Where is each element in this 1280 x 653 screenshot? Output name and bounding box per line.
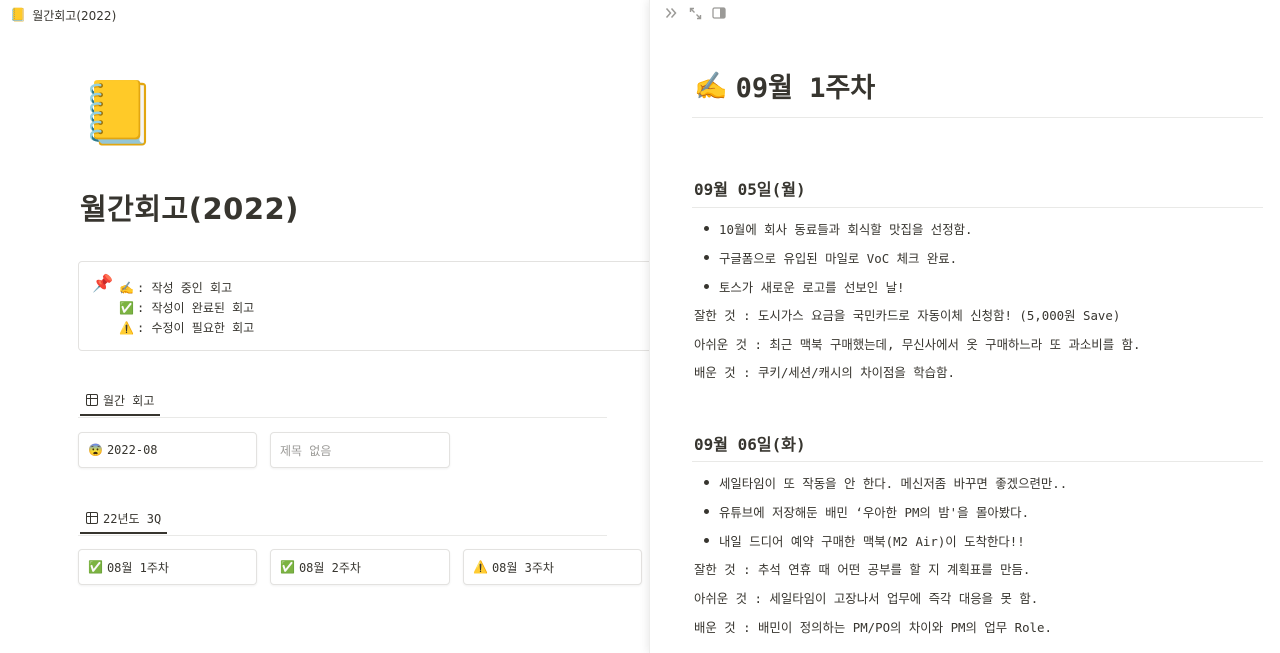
gallery-card-08-week2[interactable]: ✅ 08월 2주차	[270, 549, 450, 585]
peek-title-text: 09월 1주차	[735, 73, 876, 104]
legend-text: : 작성이 완료된 회고	[137, 301, 255, 315]
tab-divider	[78, 535, 607, 536]
section-heading[interactable]: 09월 05일(월)	[694, 176, 806, 200]
card-title: 08월 3주차	[491, 560, 554, 575]
side-peek-panel: ✍️ 09월 1주차 09월 05일(월) 10월에 회사 동료들과 회식할 맛…	[649, 0, 1280, 653]
peek-toolbar	[664, 6, 726, 20]
legend-text: : 작성 중인 회고	[137, 281, 233, 295]
paragraph-line[interactable]: 배운 것 : 쿠키/세션/캐시의 차이점을 학습함.	[694, 363, 955, 381]
legend-callout: 📌 ✍️ : 작성 중인 회고 ✅ : 작성이 완료된 회고 ⚠️ : 수정이 …	[78, 261, 649, 351]
check-mark-icon: ✅	[88, 560, 103, 574]
gallery-grid-icon	[86, 512, 98, 524]
card-title: 08월 1주차	[106, 560, 169, 575]
page-notebook-icon[interactable]: 📒	[80, 82, 157, 144]
paragraph-line[interactable]: 아쉬운 것 : 최근 맥북 구매했는데, 무신사에서 옷 구매하느라 또 과소비…	[694, 335, 1140, 353]
tab-label: 월간 회고	[103, 393, 155, 408]
warning-icon: ⚠️	[119, 321, 134, 335]
double-chevron-right-icon[interactable]	[664, 6, 678, 20]
warning-icon: ⚠️	[473, 560, 488, 574]
heading-divider	[692, 207, 1263, 208]
gallery-card-untitled[interactable]: 제목 없음	[270, 432, 450, 468]
legend-item-done: ✅ : 작성이 완료된 회고	[119, 298, 254, 318]
bullet-item[interactable]: 세일타임이 또 작동을 안 한다. 메신저좀 바꾸면 좋겠으련만..	[719, 474, 1067, 492]
notebook-icon: 📒	[10, 7, 27, 23]
card-title: 제목 없음	[280, 443, 332, 458]
card-title: 2022-08	[106, 443, 158, 457]
breadcrumb-title[interactable]: 월간회고(2022)	[32, 7, 116, 24]
bullet-item[interactable]: 토스가 새로운 로고를 선보인 날!	[719, 278, 905, 296]
legend-item-writing: ✍️ : 작성 중인 회고	[119, 278, 254, 298]
legend-text: : 수정이 필요한 회고	[137, 321, 255, 335]
page-title[interactable]: 월간회고(2022)	[80, 186, 299, 228]
bullet-dot	[704, 284, 709, 289]
check-mark-icon: ✅	[280, 560, 295, 574]
gallery-card-2022-08[interactable]: 😨 2022-08	[78, 432, 257, 468]
bullet-dot	[704, 255, 709, 260]
paragraph-line[interactable]: 배운 것 : 배민이 정의하는 PM/PO의 차이와 PM의 업무 Role.	[694, 618, 1052, 636]
bullet-dot	[704, 226, 709, 231]
gallery-card-08-week1[interactable]: ✅ 08월 1주차	[78, 549, 257, 585]
tab-22-3q[interactable]: 22년도 3Q	[80, 504, 168, 534]
pushpin-icon: 📌	[92, 274, 114, 294]
bullet-item[interactable]: 유튜브에 저장해둔 배민 ‘우아한 PM의 밤'을 몰아봤다.	[719, 503, 1029, 521]
writing-hand-icon: ✍️	[694, 70, 728, 102]
bullet-dot	[704, 538, 709, 543]
bullet-dot	[704, 480, 709, 485]
paragraph-line[interactable]: 잘한 것 : 도시가스 요금을 국민카드로 자동이체 신청함! (5,000원 …	[694, 306, 1120, 324]
panel-toggle-icon[interactable]	[712, 6, 726, 20]
legend-list: ✍️ : 작성 중인 회고 ✅ : 작성이 완료된 회고 ⚠️ : 수정이 필요…	[119, 278, 254, 338]
expand-icon[interactable]	[688, 6, 702, 20]
writing-hand-icon: ✍️	[119, 281, 134, 295]
tab-monthly-review[interactable]: 월간 회고	[80, 386, 161, 416]
legend-item-fix: ⚠️ : 수정이 필요한 회고	[119, 318, 254, 338]
paragraph-line[interactable]: 아쉬운 것 : 세일타임이 고장나서 업무에 즉각 대응을 못 함.	[694, 589, 1038, 607]
breadcrumb[interactable]: 📒 월간회고(2022)	[10, 6, 116, 24]
heading-divider	[692, 461, 1263, 462]
bullet-dot	[704, 509, 709, 514]
title-divider	[692, 117, 1263, 118]
paragraph-line[interactable]: 잘한 것 : 추석 연휴 때 어떤 공부를 할 지 계획표를 만듬.	[694, 560, 1030, 578]
tab-divider	[78, 417, 607, 418]
anxious-face-icon: 😨	[88, 443, 103, 457]
gallery-card-08-week3[interactable]: ⚠️ 08월 3주차	[463, 549, 642, 585]
peek-page-title[interactable]: ✍️ 09월 1주차	[694, 66, 875, 105]
main-page: 📒 월간회고(2022) 📒 월간회고(2022) 📌 ✍️ : 작성 중인 회…	[0, 0, 649, 653]
tab-label: 22년도 3Q	[103, 511, 162, 526]
gallery-grid-icon	[86, 394, 98, 406]
section-heading[interactable]: 09월 06일(화)	[694, 431, 806, 455]
bullet-item[interactable]: 구글폼으로 유입된 마일로 VoC 체크 완료.	[719, 249, 957, 267]
check-mark-icon: ✅	[119, 301, 134, 315]
card-title: 08월 2주차	[298, 560, 361, 575]
bullet-item[interactable]: 내일 드디어 예약 구매한 맥북(M2 Air)이 도착한다!!	[719, 532, 1025, 550]
bullet-item[interactable]: 10월에 회사 동료들과 회식할 맛집을 선정함.	[719, 220, 972, 238]
